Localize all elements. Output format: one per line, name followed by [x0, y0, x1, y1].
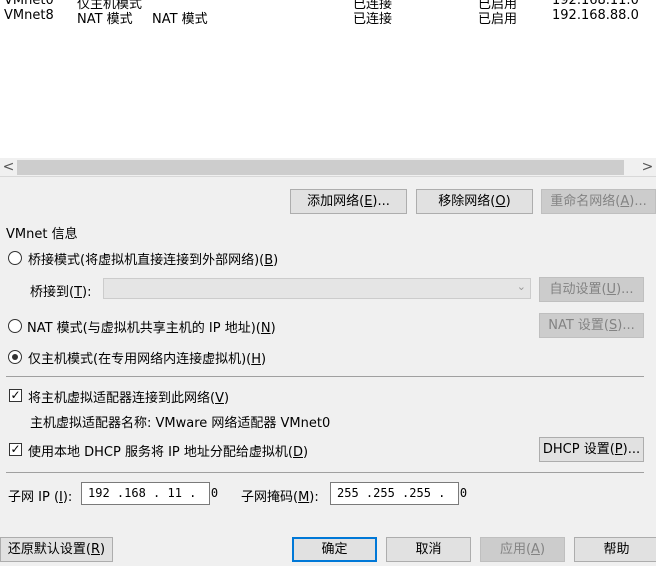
subnet-mask-input[interactable]: 255 .255 .255 . 0	[330, 482, 467, 505]
restore-defaults-button[interactable]: 还原默认设置(R)	[0, 537, 113, 562]
chevron-down-icon: ⌄	[516, 280, 526, 293]
apply-button[interactable]: 应用(A)	[480, 537, 565, 562]
bridge-to-dropdown[interactable]: ⌄	[103, 278, 531, 299]
scroll-thumb[interactable]	[17, 160, 624, 175]
vmnet-info-heading: VMnet 信息	[6, 227, 78, 242]
list-cell-name: VMnet8	[4, 8, 54, 23]
list-cell-subnet: 192.168.88.0	[552, 8, 639, 23]
remove-network-button[interactable]: 移除网络(O)	[416, 189, 533, 214]
list-cell-type: NAT 模式	[77, 12, 133, 27]
list-cell-external: NAT 模式	[152, 12, 208, 27]
list-cell-subnet: 192.168.11.0	[552, 0, 639, 8]
list-cell-dhcp: 已启用	[478, 12, 518, 27]
scroll-left-icon[interactable]: <	[0, 158, 17, 177]
host-only-radio[interactable]	[8, 350, 22, 364]
subnet-ip-input[interactable]: 192 .168 . 11 . 0	[81, 482, 218, 505]
auto-config-button[interactable]: 自动设置(U)...	[539, 277, 644, 302]
list-row[interactable]: VMnet8 NAT 模式 NAT 模式 已连接 已启用 192.168.88.…	[0, 8, 656, 27]
rename-network-button[interactable]: 重命名网络(A)...	[541, 189, 656, 214]
dhcp-settings-button[interactable]: DHCP 设置(P)...	[539, 437, 644, 462]
cancel-button[interactable]: 取消	[386, 537, 471, 562]
bridge-to-label: 桥接到(T):	[30, 285, 92, 300]
nat-mode-radio[interactable]	[8, 319, 22, 333]
subnet-mask-label: 子网掩码(M):	[241, 490, 319, 505]
horizontal-scrollbar[interactable]: < >	[0, 158, 656, 177]
connect-adapter-checkbox[interactable]: ✓	[9, 389, 22, 402]
adapter-name-text: 主机虚拟适配器名称: VMware 网络适配器 VMnet0	[30, 416, 331, 431]
nat-settings-button[interactable]: NAT 设置(S)...	[539, 313, 644, 338]
separator	[6, 376, 644, 377]
add-network-button[interactable]: 添加网络(E)...	[290, 189, 407, 214]
list-cell-name: VMnet0	[4, 0, 54, 8]
bridge-mode-radio[interactable]	[8, 251, 22, 265]
network-list[interactable]: VMnet0 仅主机模式 已连接 已启用 192.168.11.0 VMnet8…	[0, 0, 656, 158]
help-button[interactable]: 帮助	[574, 537, 656, 562]
connect-adapter-label[interactable]: 将主机虚拟适配器连接到此网络(V)	[28, 387, 229, 406]
separator	[6, 472, 644, 473]
host-only-label[interactable]: 仅主机模式(在专用网络内连接虚拟机)(H)	[28, 348, 266, 367]
ok-button[interactable]: 确定	[292, 537, 377, 562]
subnet-ip-label: 子网 IP (I):	[8, 490, 73, 505]
bridge-mode-label[interactable]: 桥接模式(将虚拟机直接连接到外部网络)(B)	[28, 249, 278, 268]
dhcp-label[interactable]: 使用本地 DHCP 服务将 IP 地址分配给虚拟机(D)	[28, 441, 308, 460]
list-cell-host: 已连接	[353, 12, 393, 27]
scroll-right-icon[interactable]: >	[639, 158, 656, 177]
dhcp-checkbox[interactable]: ✓	[9, 443, 22, 456]
nat-mode-label[interactable]: NAT 模式(与虚拟机共享主机的 IP 地址)(N)	[27, 317, 276, 336]
